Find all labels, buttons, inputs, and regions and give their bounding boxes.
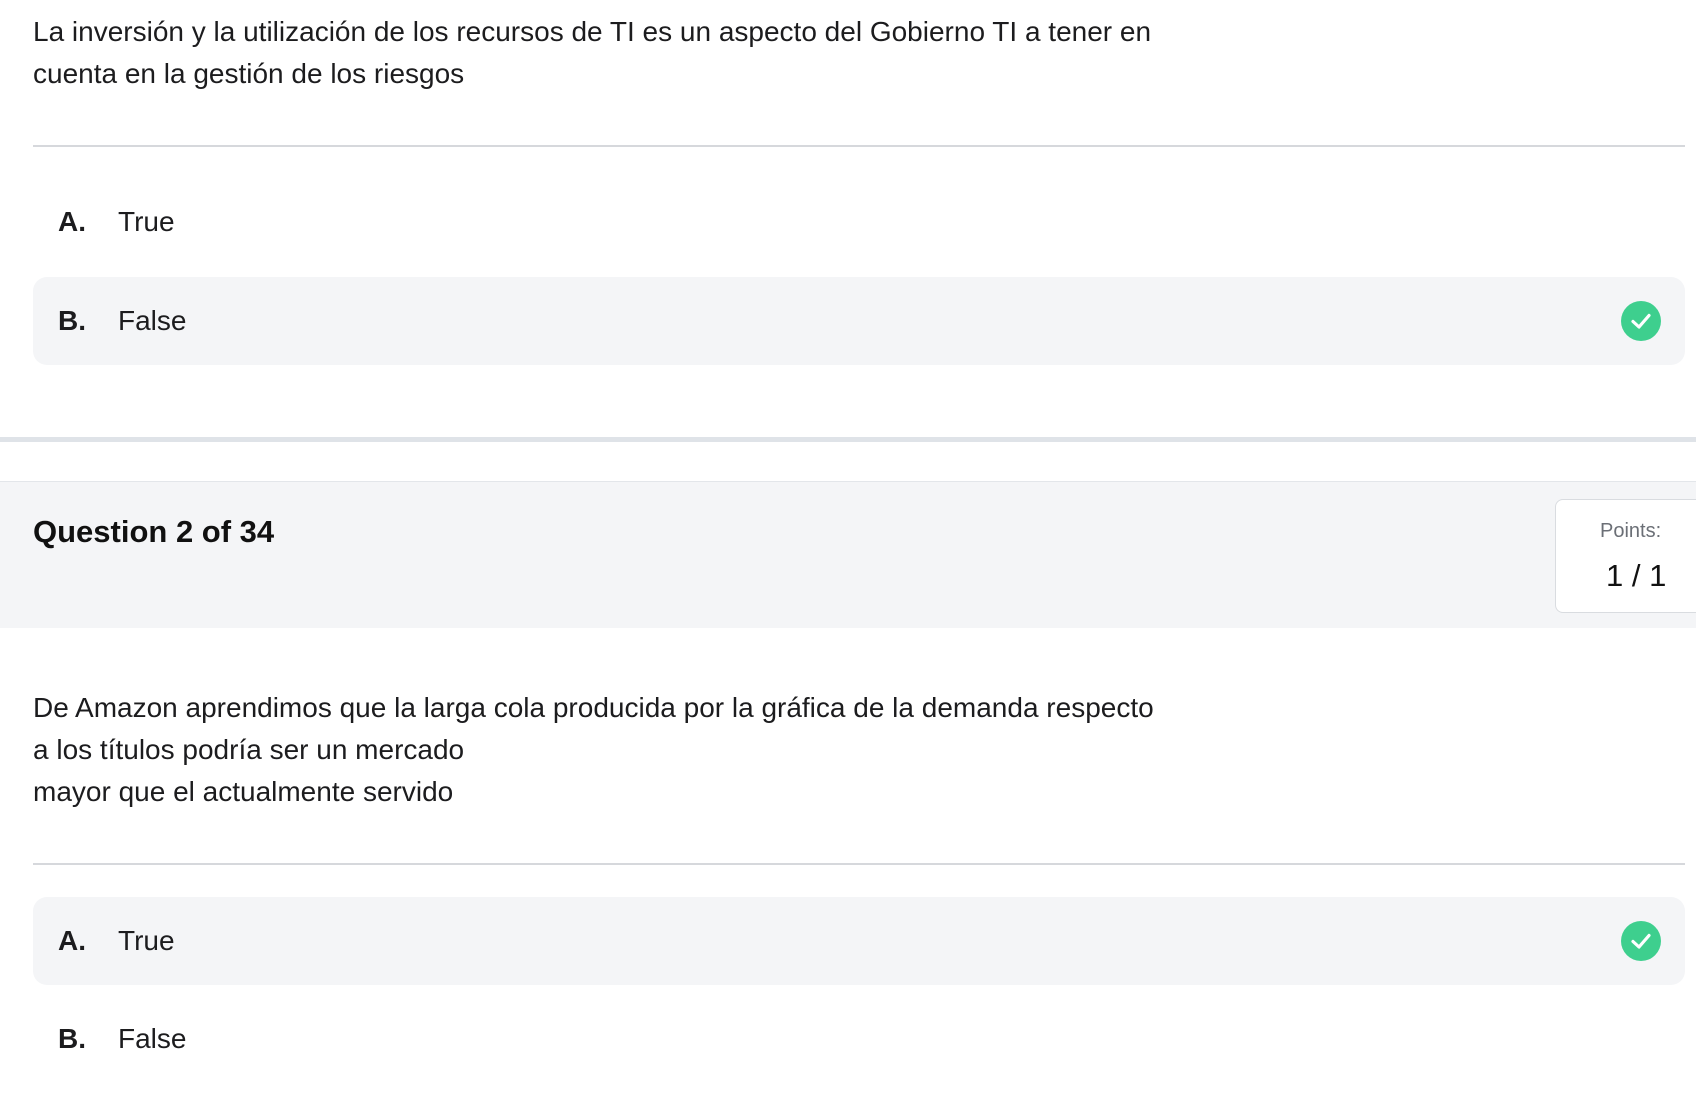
question-1-text: La inversión y la utilización de los rec…	[33, 11, 1253, 95]
section-separator	[0, 437, 1696, 442]
points-box: Points: 1 / 1	[1555, 499, 1696, 613]
question-title: Question 2 of 34	[33, 514, 275, 549]
option-letter: A.	[58, 206, 86, 237]
correct-check-icon	[1621, 921, 1661, 961]
checkmark-icon	[1631, 313, 1651, 329]
option-label: False	[118, 305, 187, 336]
question-1-option-a[interactable]: A. True	[33, 178, 1685, 266]
points-label: Points:	[1600, 520, 1662, 542]
question-2-header: Question 2 of 34 Points: 1 / 1	[0, 481, 1696, 628]
quiz-review-page: La inversión y la utilización de los rec…	[0, 0, 1696, 1099]
option-label: True	[118, 206, 175, 237]
question-2-option-a[interactable]: A. True	[33, 897, 1685, 985]
question-2-text-line: mayor que el actualmente servido	[33, 776, 454, 807]
question-1-text-line: cuenta en la gestión de los riesgos	[33, 58, 465, 89]
checkmark-icon	[1631, 933, 1651, 949]
option-letter: B.	[58, 305, 86, 336]
option-label: True	[118, 925, 175, 956]
question-2-text-line: De Amazon aprendimos que la larga cola p…	[33, 692, 1154, 723]
question-1-text-line: La inversión y la utilización de los rec…	[33, 16, 1152, 47]
question-1-divider	[33, 145, 1685, 147]
question-1-option-b[interactable]: B. False	[33, 277, 1685, 365]
question-2-divider	[33, 863, 1685, 865]
question-2-option-b[interactable]: B. False	[33, 995, 1685, 1083]
question-2-text-line: a los títulos podría ser un mercado	[33, 734, 465, 765]
option-letter: A.	[58, 925, 86, 956]
points-value: 1 / 1	[1606, 558, 1667, 593]
question-2-text: De Amazon aprendimos que la larga cola p…	[33, 687, 1253, 813]
option-letter: B.	[58, 1023, 86, 1054]
option-label: False	[118, 1023, 187, 1054]
correct-check-icon	[1621, 301, 1661, 341]
